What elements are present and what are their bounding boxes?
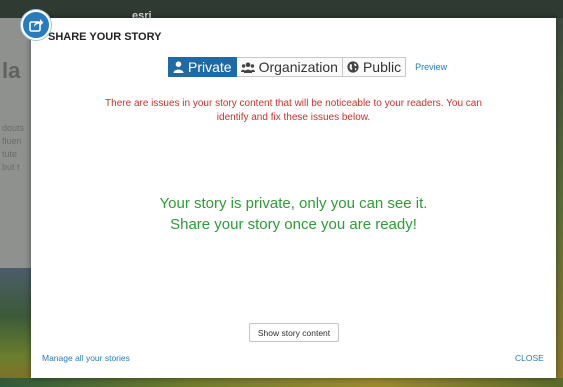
background-map-image	[556, 18, 563, 387]
background-text-line: tute	[2, 149, 18, 159]
preview-link[interactable]: Preview	[415, 62, 447, 72]
background-header	[0, 0, 563, 18]
status-line: Your story is private, only you can see …	[159, 195, 428, 212]
background-map-image	[0, 268, 31, 387]
share-dialog: SHARE YOUR STORY Private Organization Pu…	[31, 18, 556, 378]
globe-icon	[347, 61, 359, 73]
tab-organization-label: Organization	[258, 59, 338, 75]
manage-stories-link[interactable]: Manage all your stories	[42, 353, 130, 363]
status-line: Share your story once you are ready!	[170, 216, 417, 233]
content-issues-warning: There are issues in your story content t…	[31, 97, 556, 125]
user-icon	[173, 61, 184, 73]
dialog-title: SHARE YOUR STORY	[48, 31, 162, 43]
background-title: la	[2, 58, 21, 83]
tab-public-label: Public	[362, 59, 402, 75]
sharing-status-message: Your story is private, only you can see …	[31, 193, 556, 235]
tab-private[interactable]: Private	[168, 57, 237, 77]
tab-private-label: Private	[188, 59, 232, 75]
sharing-level-tabs: Private Organization Public Preview	[168, 57, 447, 77]
show-story-content-button[interactable]: Show story content	[249, 323, 339, 342]
background-map-image	[0, 378, 563, 387]
share-icon	[21, 10, 51, 40]
group-icon	[240, 62, 255, 73]
tab-public[interactable]: Public	[342, 57, 407, 77]
warning-line: There are issues in your story content t…	[105, 98, 482, 109]
background-text-line: douts	[2, 123, 25, 133]
background-text-line: fluen	[2, 136, 22, 146]
warning-line: identify and fix these issues below.	[216, 112, 371, 123]
close-button[interactable]: CLOSE	[515, 353, 544, 363]
tab-organization[interactable]: Organization	[236, 57, 343, 77]
background-text-line: but t	[2, 162, 20, 172]
